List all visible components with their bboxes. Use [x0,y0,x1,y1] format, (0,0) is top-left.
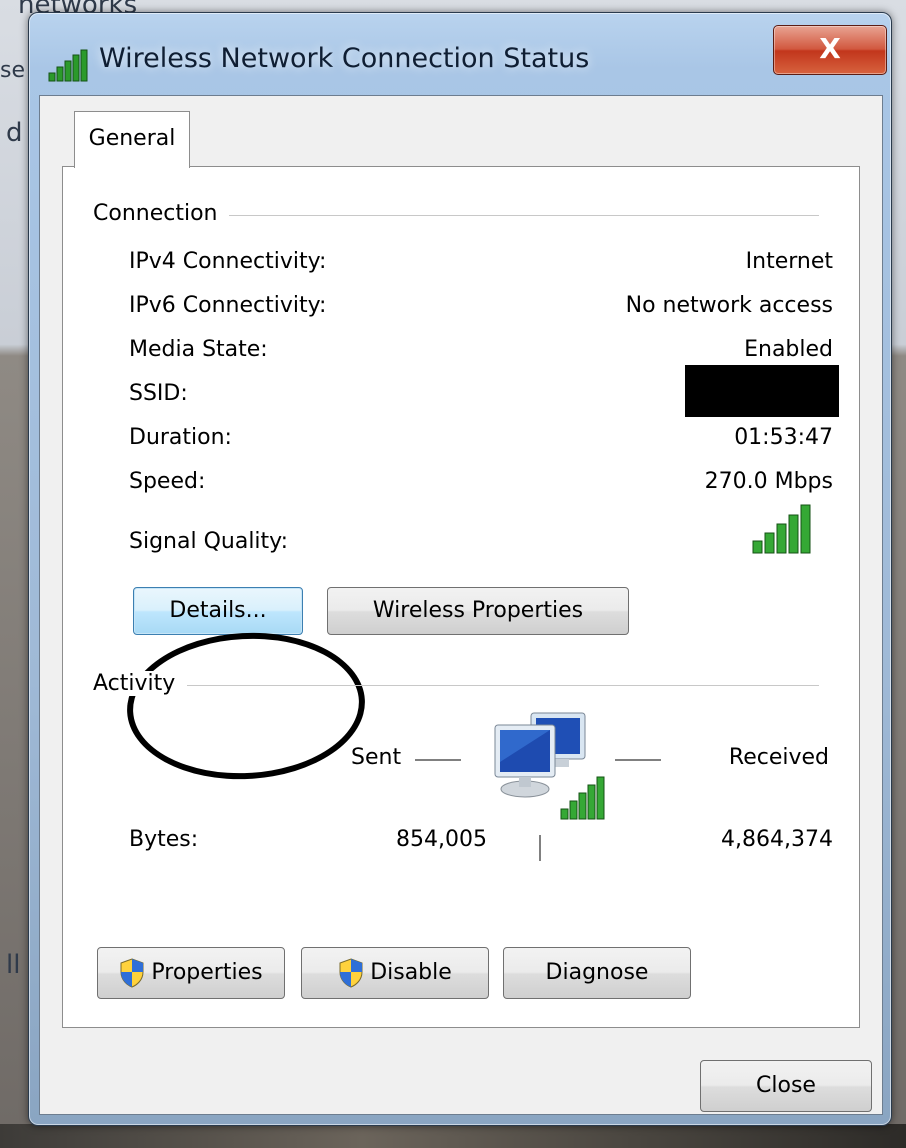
background-text-left-1: se [0,58,25,83]
wireless-properties-button[interactable]: Wireless Properties [327,587,629,635]
status-dialog: Wireless Network Connection Status X Gen… [28,12,892,1126]
ipv6-label: IPv6 Connectivity: [129,293,327,318]
tab-general[interactable]: General [74,111,190,168]
properties-button[interactable]: Properties [97,947,285,999]
media-state-label: Media State: [129,337,268,362]
bytes-sent-value: 854,005 [396,827,487,852]
connection-heading: Connection [93,201,230,226]
disable-button[interactable]: Disable [301,947,489,999]
signal-quality-icon [752,504,811,554]
ipv6-value: No network access [625,293,833,318]
sent-connector [415,759,461,761]
network-computers-icon [494,712,605,820]
background-text-left-2: d [6,118,23,148]
activity-divider-tick [539,835,541,861]
title-bar[interactable]: Wireless Network Connection Status X [29,13,891,95]
window-title: Wireless Network Connection Status [99,43,590,74]
uac-shield-icon [339,958,363,988]
duration-label: Duration: [129,425,232,450]
ipv4-label: IPv4 Connectivity: [129,249,327,274]
activity-heading: Activity [93,671,188,696]
media-state-value: Enabled [744,337,833,362]
signal-bars-icon [48,49,88,82]
received-label: Received [728,745,829,770]
received-connector [615,759,661,761]
general-panel: Connection IPv4 Connectivity: Internet I… [62,166,860,1028]
background-text-left-3: ll [6,950,21,980]
hand-drawn-circle-annotation [123,626,369,786]
sent-label: Sent [351,745,402,770]
duration-value: 01:53:47 [734,425,833,450]
ssid-redacted-value [685,365,839,417]
disable-button-label: Disable [370,960,452,985]
speed-value: 270.0 Mbps [704,469,833,494]
speed-label: Speed: [129,469,206,494]
dialog-client-area: General Connection IPv4 Connectivity: In… [39,95,883,1115]
bytes-label: Bytes: [129,827,199,852]
signal-quality-label: Signal Quality: [129,529,288,554]
details-button[interactable]: Details... [133,587,303,635]
bytes-received-value: 4,864,374 [721,827,833,852]
background-strip [0,1124,906,1148]
close-button[interactable]: Close [700,1060,872,1112]
ipv4-value: Internet [745,249,833,274]
properties-button-label: Properties [151,960,263,985]
uac-shield-icon [120,958,144,988]
ssid-label: SSID: [129,381,188,406]
diagnose-button[interactable]: Diagnose [503,947,691,999]
activity-divider [103,685,819,686]
close-window-button[interactable]: X [773,25,887,75]
